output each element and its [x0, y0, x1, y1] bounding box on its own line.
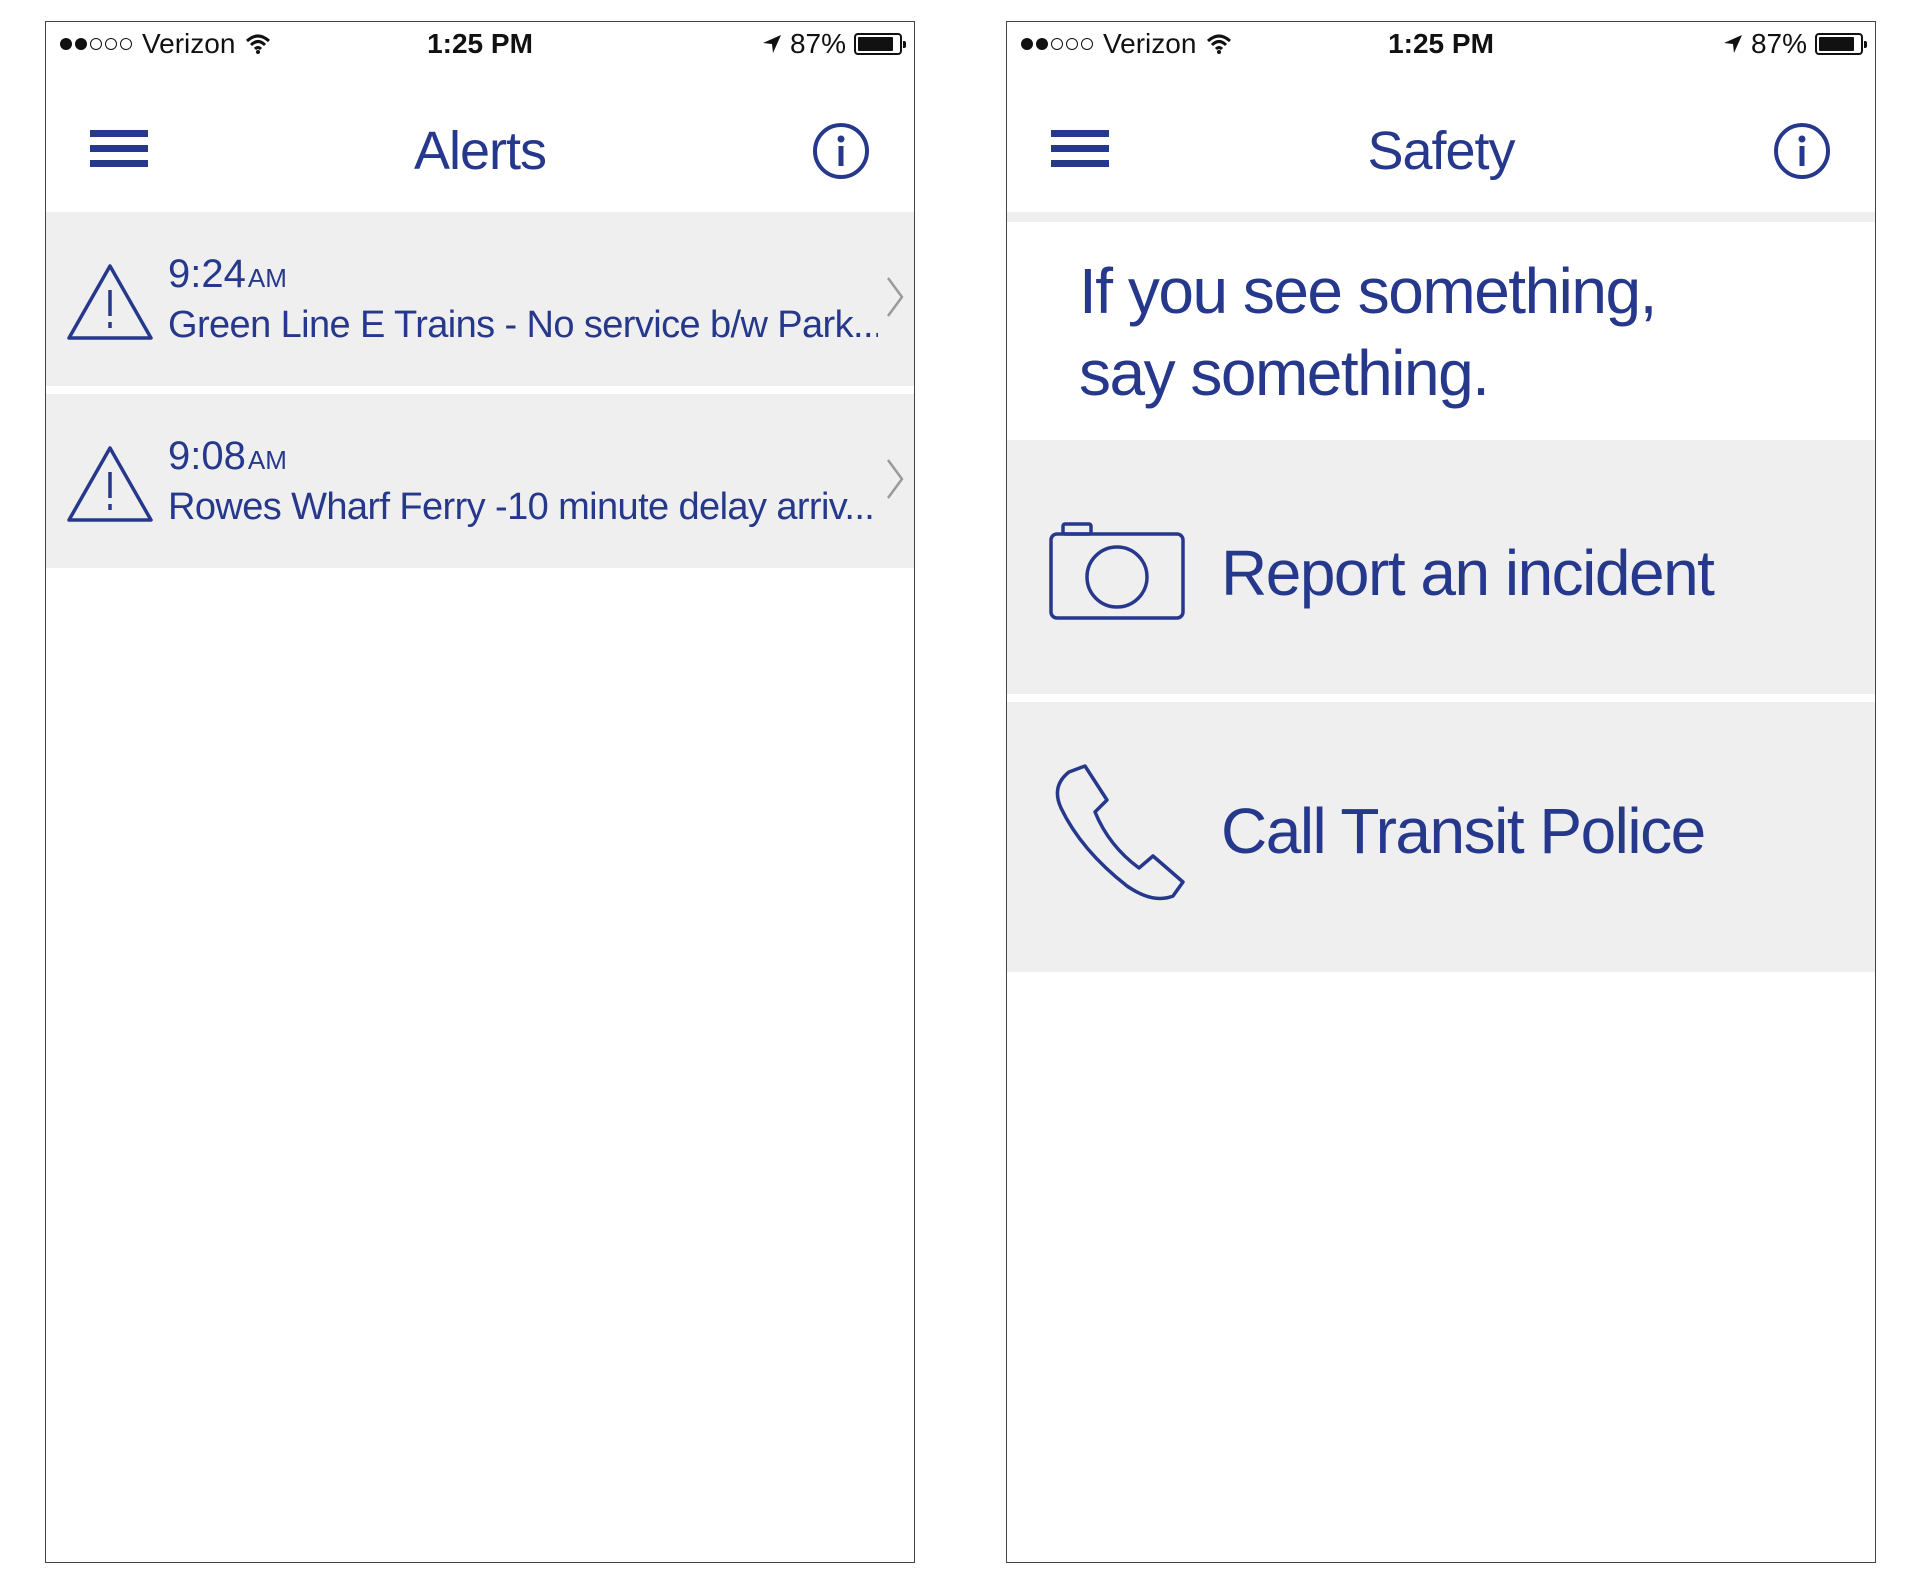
- alert-time: 9:08AM: [168, 434, 287, 479]
- chevron-right-icon: [886, 459, 904, 499]
- alert-time-ampm: AM: [247, 263, 287, 293]
- page-title: Alerts: [413, 121, 547, 181]
- alert-list: 9:24AM Green Line E Trains - No service …: [46, 212, 914, 576]
- alert-time-value: 9:24: [168, 252, 246, 296]
- safety-screen: Verizon 1:25 PM 87% Safety If you see so…: [1006, 21, 1876, 1563]
- nav-bar: Alerts: [46, 68, 914, 212]
- battery-percent: 87%: [789, 28, 846, 59]
- report-incident-button[interactable]: Report an incident: [1007, 424, 1875, 710]
- info-icon[interactable]: [1773, 122, 1831, 180]
- status-right: 87%: [1723, 28, 1867, 60]
- battery-percent: 87%: [1750, 28, 1807, 59]
- alerts-screen: Verizon 1:25 PM 87% Alerts 9:24AM Green …: [45, 21, 915, 1563]
- report-incident-label: Report an incident: [1221, 537, 1715, 609]
- battery-icon: [1815, 33, 1867, 55]
- alert-item[interactable]: 9:24AM Green Line E Trains - No service …: [46, 212, 914, 394]
- call-transit-police-label: Call Transit Police: [1221, 795, 1706, 867]
- nav-bar: Safety: [1007, 68, 1875, 212]
- call-transit-police-button[interactable]: Call Transit Police: [1007, 694, 1875, 972]
- camera-icon: [1049, 522, 1185, 620]
- alert-text: Green Line E Trains - No service b/w Par…: [168, 304, 878, 346]
- info-icon[interactable]: [812, 122, 870, 180]
- status-right: 87%: [762, 28, 906, 60]
- status-bar: Verizon 1:25 PM 87%: [1007, 22, 1875, 68]
- location-arrow-icon: [762, 35, 781, 53]
- status-bar: Verizon 1:25 PM 87%: [46, 22, 914, 68]
- warning-triangle-icon: [67, 446, 153, 522]
- alert-item[interactable]: 9:08AM Rowes Wharf Ferry -10 minute dela…: [46, 394, 914, 576]
- chevron-right-icon: [886, 277, 904, 317]
- safety-slogan: If you see something, say something.: [1007, 212, 1875, 434]
- location-arrow-icon: [1723, 35, 1742, 53]
- battery-icon: [854, 33, 906, 55]
- alert-time-value: 9:08: [168, 434, 246, 478]
- alert-text: Rowes Wharf Ferry -10 minute delay arriv…: [168, 486, 875, 528]
- slogan-text: If you see something, say something.: [1079, 250, 1657, 414]
- page-title: Safety: [1367, 121, 1515, 181]
- warning-triangle-icon: [67, 264, 153, 340]
- slogan-line-2: say something.: [1079, 337, 1490, 409]
- alert-time-ampm: AM: [247, 445, 287, 475]
- phone-handset-icon: [1055, 764, 1185, 901]
- alert-time: 9:24AM: [168, 252, 287, 297]
- slogan-line-1: If you see something,: [1079, 255, 1657, 327]
